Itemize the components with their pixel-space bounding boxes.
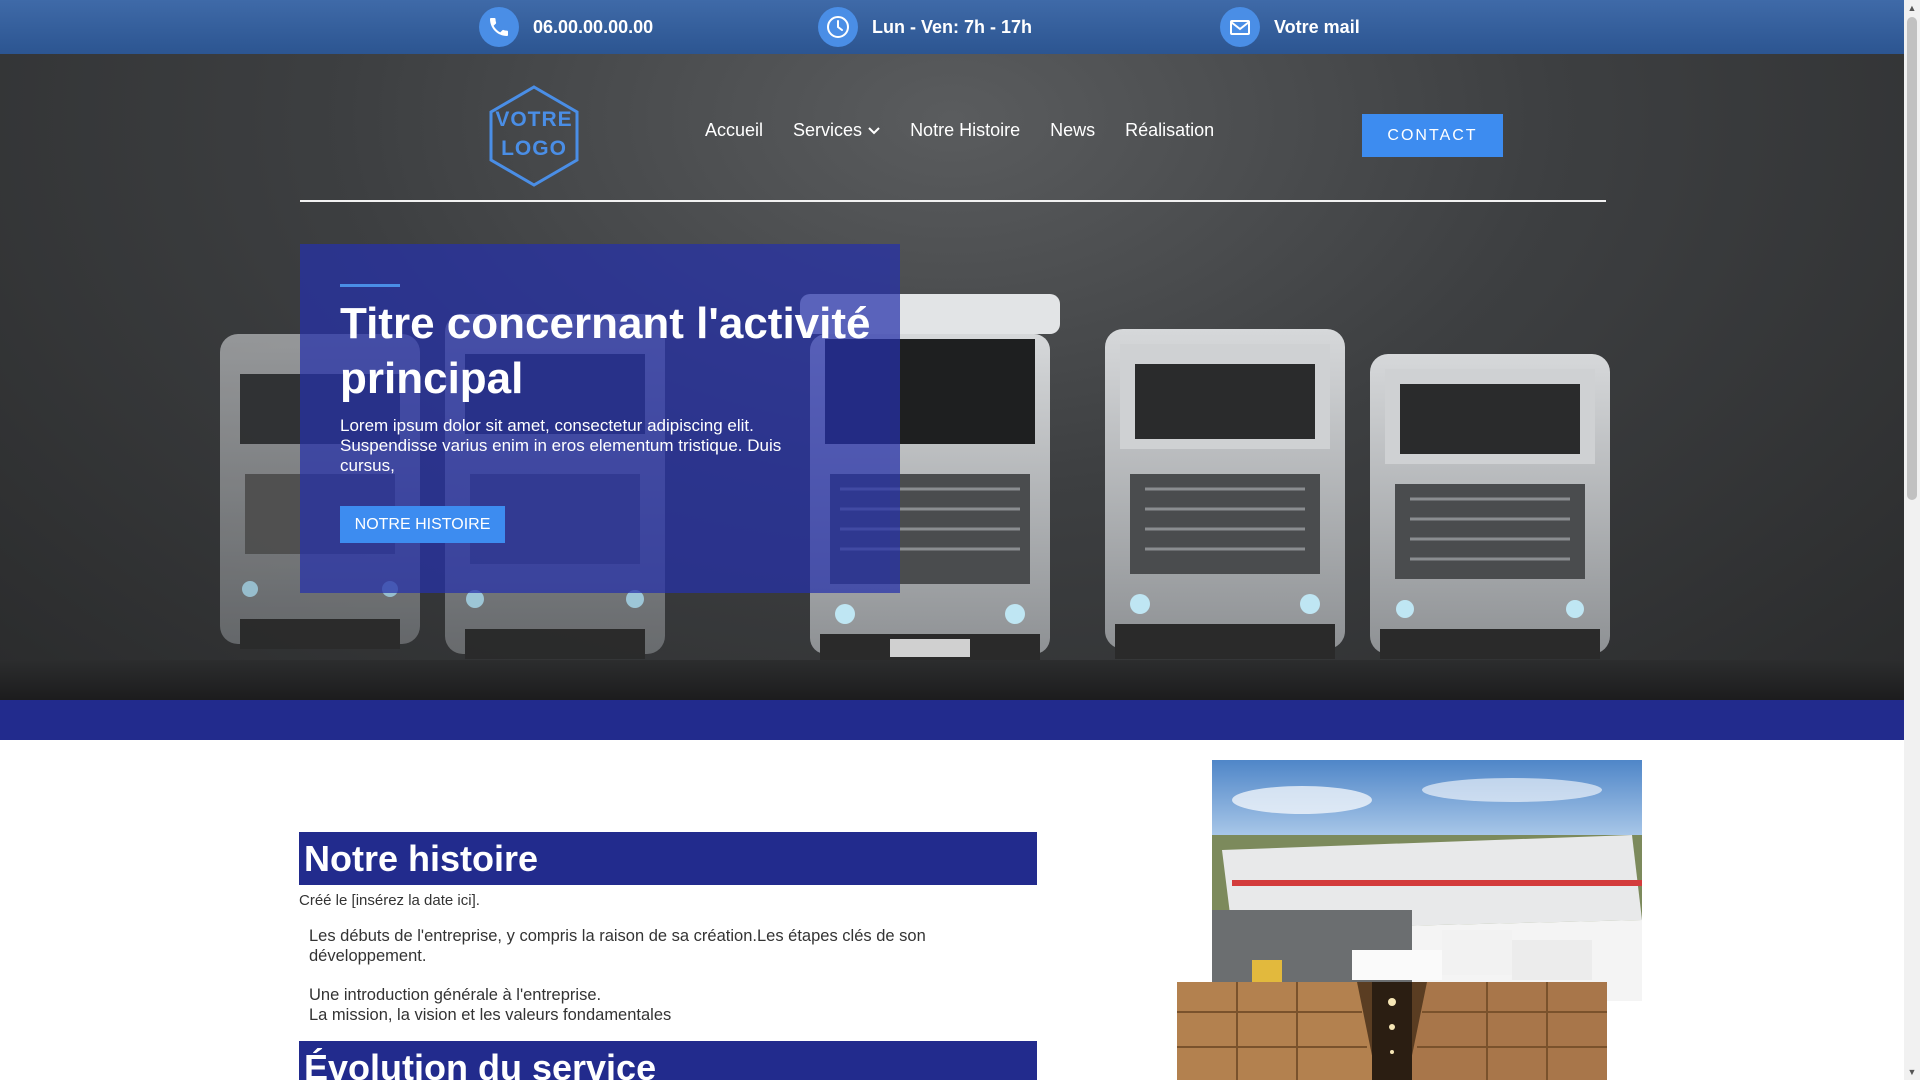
hero-floor bbox=[0, 660, 1904, 700]
hero-section bbox=[0, 54, 1904, 700]
top-info-bar: 06.00.00.00.00 Lun - Ven: 7h - 17h Votre… bbox=[0, 0, 1904, 54]
nav-item-accueil[interactable]: Accueil bbox=[705, 120, 763, 141]
chevron-down-icon bbox=[868, 126, 880, 134]
page-scrollbar[interactable]: ▲ ▼ bbox=[1904, 0, 1920, 1080]
logo-line-2: LOGO bbox=[501, 137, 567, 160]
hero-title: Titre concernant l'activité principal bbox=[340, 299, 871, 403]
creation-date-text: Créé le [insérez la date ici]. bbox=[299, 892, 480, 909]
warehouse-interior-photo bbox=[1177, 982, 1607, 1080]
logo-line-1: VOTRE bbox=[495, 108, 573, 131]
mail-label: Votre mail bbox=[1274, 16, 1360, 37]
contact-button[interactable]: CONTACT bbox=[1362, 114, 1503, 157]
histoire-paragraph-2-line-2: La mission, la vision et les valeurs fon… bbox=[309, 1006, 672, 1024]
phone-icon bbox=[479, 7, 519, 47]
histoire-paragraph-1: Les débuts de l'entreprise, y compris la… bbox=[309, 927, 926, 965]
scroll-up-arrow-icon[interactable]: ▲ bbox=[1904, 0, 1920, 16]
hero-text: Lorem ipsum dolor sit amet, consectetur … bbox=[340, 416, 782, 475]
histoire-paragraph-2: Une introduction générale à l'entreprise… bbox=[309, 985, 1009, 1025]
scrollbar-thumb[interactable] bbox=[1907, 17, 1917, 500]
nav-item-realisation[interactable]: Réalisation bbox=[1125, 120, 1214, 141]
nav-label: News bbox=[1050, 120, 1096, 140]
notre-histoire-heading: Notre histoire bbox=[299, 832, 1037, 885]
main-nav: Accueil Services Notre Histoire News Réa… bbox=[705, 120, 1214, 141]
section-band bbox=[0, 700, 1904, 740]
site-logo[interactable]: VOTRE LOGO bbox=[486, 84, 582, 188]
nav-item-notre-histoire[interactable]: Notre Histoire bbox=[910, 120, 1020, 141]
opening-hours: Lun - Ven: 7h - 17h bbox=[872, 16, 1033, 37]
hexagon-logo-icon bbox=[489, 85, 579, 187]
clock-icon bbox=[818, 7, 858, 47]
nav-item-news[interactable]: News bbox=[1050, 120, 1095, 141]
histoire-paragraph-2-line-1: Une introduction générale à l'entreprise… bbox=[309, 986, 602, 1004]
scroll-down-arrow-icon[interactable]: ▼ bbox=[1904, 1064, 1920, 1080]
phone-number: 06.00.00.00.00 bbox=[533, 16, 654, 37]
nav-label: Services bbox=[793, 120, 863, 140]
notre-histoire-button[interactable]: NOTRE HISTOIRE bbox=[340, 506, 505, 543]
hero-card: Titre concernant l'activité principal Lo… bbox=[300, 244, 900, 593]
evolution-heading: Évolution du service bbox=[299, 1041, 1037, 1080]
nav-label: Notre Histoire bbox=[910, 120, 1021, 140]
warehouse-aerial-photo bbox=[1212, 760, 1642, 1001]
nav-item-services[interactable]: Services bbox=[793, 120, 880, 141]
nav-label: Accueil bbox=[705, 120, 764, 140]
mail-icon bbox=[1220, 7, 1260, 47]
mail-info[interactable]: Votre mail bbox=[1220, 0, 1360, 54]
header-divider bbox=[300, 200, 1606, 202]
hours-info: Lun - Ven: 7h - 17h bbox=[818, 0, 1032, 54]
hero-accent-line bbox=[340, 284, 400, 287]
phone-info[interactable]: 06.00.00.00.00 bbox=[479, 0, 653, 54]
nav-label: Réalisation bbox=[1125, 120, 1215, 140]
